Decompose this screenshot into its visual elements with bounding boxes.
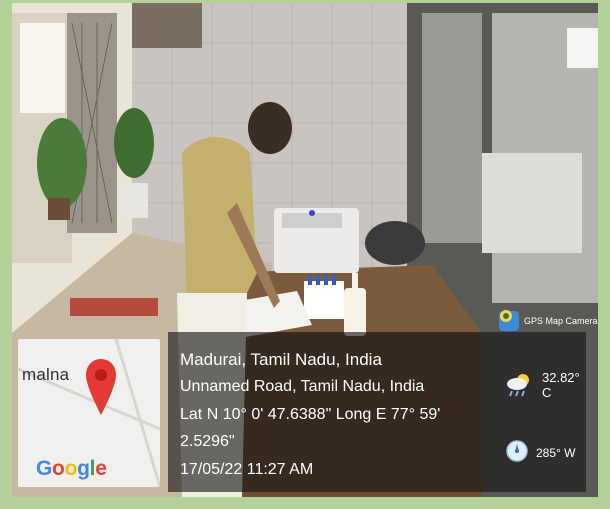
partly-cloudy-rain-icon <box>506 371 534 400</box>
location-city: Madurai, Tamil Nadu, India <box>180 350 382 369</box>
location-coordinates: Lat N 10° 0' 47.6388" Long E 77° 59' <box>180 406 441 423</box>
compass-icon <box>506 440 528 465</box>
location-overlay: Madurai, Tamil Nadu, India Unnamed Road,… <box>168 332 586 492</box>
google-logo: Google <box>36 457 107 480</box>
map-pin-icon <box>86 359 116 420</box>
wind-value: 285° W <box>536 445 576 460</box>
gps-map-camera-badge: GPS Map Camera <box>499 309 598 333</box>
map-thumbnail: malnam Google <box>18 339 160 487</box>
weather-wind: 285° W <box>506 440 575 465</box>
gps-map-camera-label: GPS Map Camera <box>524 316 598 326</box>
location-datetime: 17/05/22 11:27 AM <box>180 461 314 478</box>
temperature-value: 32.82° C <box>542 370 580 400</box>
gps-map-camera-app-icon <box>499 310 519 331</box>
location-coordinates-continued: 2.5296" <box>180 433 235 450</box>
location-address: Unnamed Road, Tamil Nadu, India <box>180 378 425 395</box>
weather-temperature: 32.82° C <box>506 370 586 400</box>
